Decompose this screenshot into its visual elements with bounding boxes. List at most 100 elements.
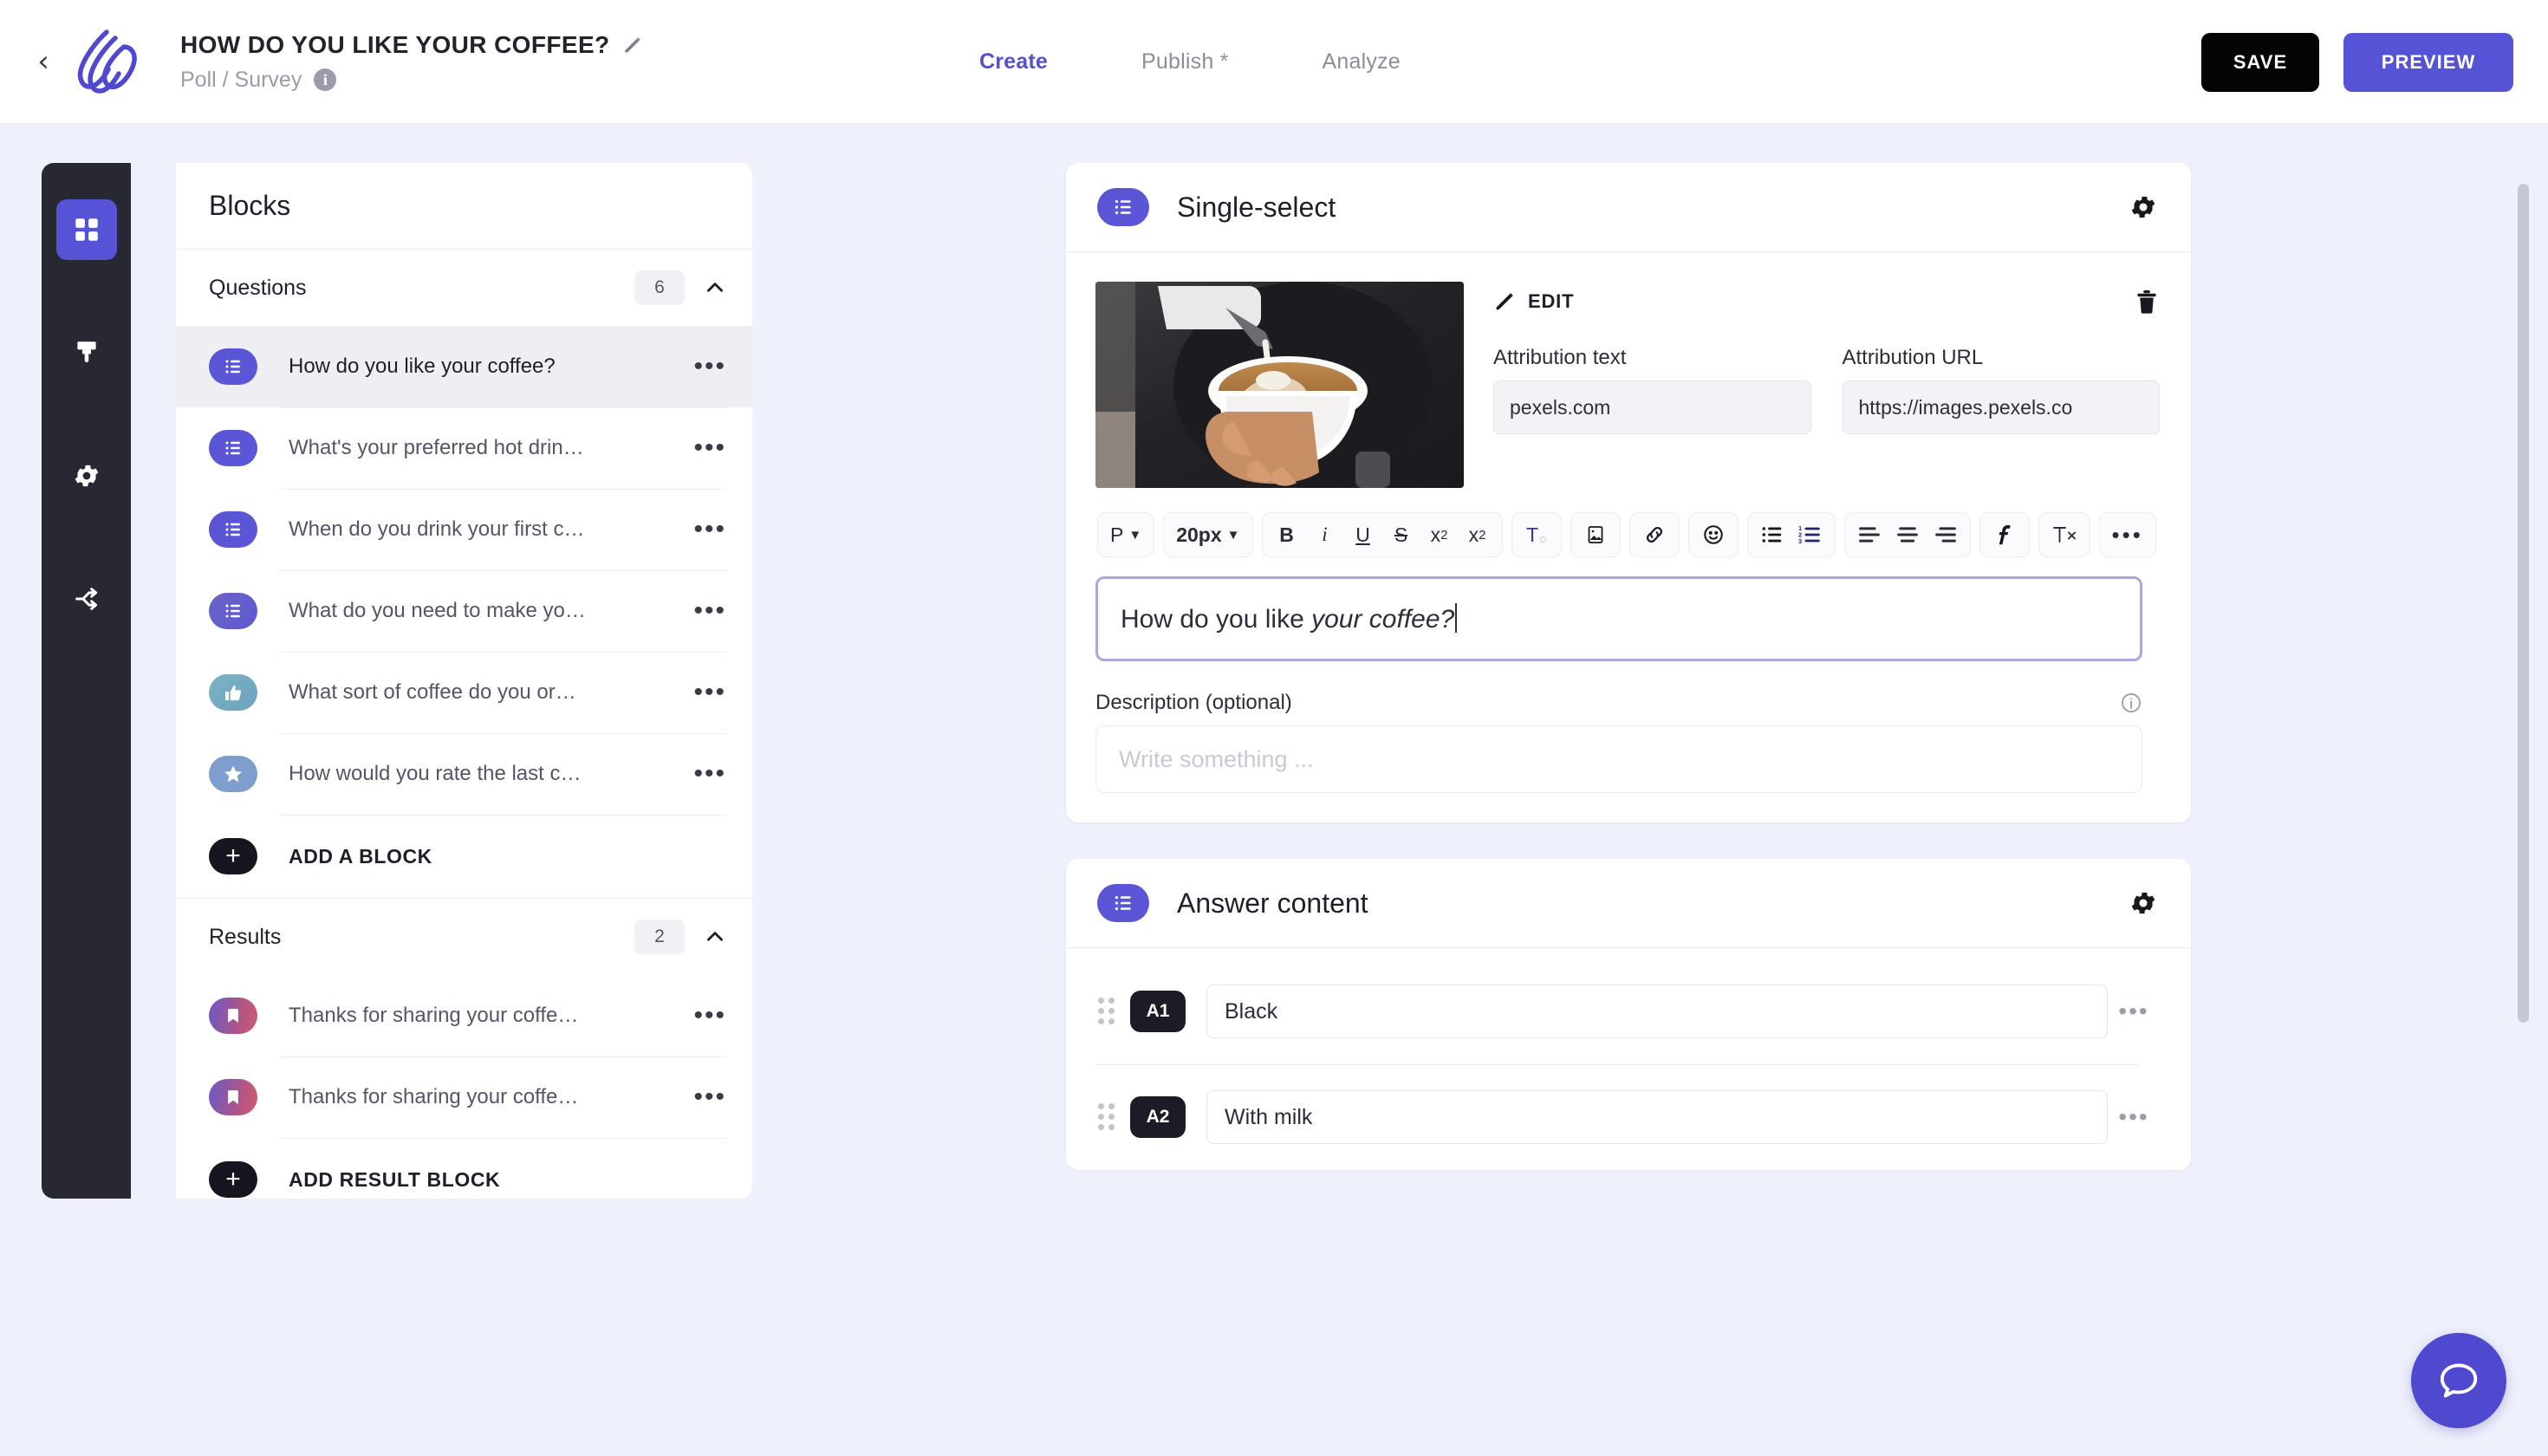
- description-label: Description (optional): [1095, 691, 1292, 714]
- chat-support-button[interactable]: [2411, 1333, 2506, 1428]
- insert-link-group: [1628, 512, 1680, 557]
- superscript-button[interactable]: x2: [1422, 516, 1457, 554]
- ellipsis-icon[interactable]: •••: [2108, 1104, 2160, 1128]
- edit-image-button[interactable]: EDIT: [1493, 290, 1574, 313]
- bullet-list-button[interactable]: [1755, 516, 1790, 554]
- add-a-block-button[interactable]: + ADD A BLOCK: [176, 815, 752, 898]
- question-text-editor[interactable]: How do you like your coffee?: [1095, 576, 2142, 661]
- italic-button[interactable]: i: [1308, 516, 1342, 554]
- subscript-button[interactable]: x2: [1460, 516, 1495, 554]
- sidebar-item-result-2[interactable]: Thanks for sharing your coffe… •••: [176, 1056, 752, 1138]
- trash-icon[interactable]: [2134, 287, 2160, 316]
- ellipsis-icon[interactable]: •••: [688, 761, 726, 787]
- question-text-plain: How do you like: [1121, 605, 1312, 634]
- sidebar-item-question-3[interactable]: When do you drink your first c… •••: [176, 489, 752, 570]
- more-options-button[interactable]: •••: [2107, 516, 2148, 554]
- back-chevron-icon[interactable]: ‹: [26, 44, 61, 79]
- questions-count-badge: 6: [634, 270, 685, 305]
- answer-rows: A1 ••• A2 •••: [1066, 948, 2191, 1170]
- gear-icon[interactable]: [2129, 888, 2158, 918]
- attribution-text-field: Attribution text: [1493, 346, 1811, 434]
- attribution-text-input[interactable]: [1493, 380, 1811, 434]
- answer-card-header: Answer content: [1066, 859, 2191, 948]
- sidebar-item-question-6[interactable]: How would you rate the last c… •••: [176, 733, 752, 815]
- answer-badge: A2: [1130, 1096, 1186, 1138]
- sidebar-item-label: What's your preferred hot drin…: [289, 436, 584, 459]
- tab-analyze[interactable]: Analyze: [1323, 49, 1401, 75]
- sidebar-item-question-1[interactable]: How do you like your coffee? •••: [176, 326, 752, 407]
- insert-link-button[interactable]: [1637, 516, 1672, 554]
- single-select-icon: [1097, 188, 1149, 226]
- question-card-body: EDIT Attribution text pexels.com Attribu…: [1066, 252, 2191, 822]
- description-input[interactable]: [1095, 725, 2142, 793]
- drag-handle-icon[interactable]: [1095, 1102, 1118, 1132]
- answer-row-a1: A1 •••: [1066, 959, 2191, 1064]
- svg-text:3: 3: [1798, 537, 1802, 544]
- question-card-header: Single-select: [1066, 163, 2191, 252]
- gear-icon[interactable]: [2129, 192, 2158, 222]
- emoji-button[interactable]: [1696, 516, 1731, 554]
- add-result-block-button[interactable]: + ADD RESULT BLOCK: [176, 1138, 752, 1199]
- top-bar-actions: SAVE PREVIEW: [2201, 0, 2513, 124]
- align-right-button[interactable]: [1928, 516, 1963, 554]
- results-section-header[interactable]: Results 2: [176, 899, 752, 975]
- insert-image-button[interactable]: [1578, 516, 1613, 554]
- answer-input[interactable]: [1206, 985, 2108, 1038]
- chevron-down-icon: ▼: [1226, 527, 1240, 543]
- attribution-fields: Attribution text Attribution URL: [1493, 346, 2160, 434]
- font-size-select[interactable]: 20px ▼: [1171, 516, 1245, 554]
- ellipsis-icon[interactable]: •••: [688, 354, 726, 380]
- rail-item-design[interactable]: [42, 305, 131, 400]
- sidebar-item-label: Thanks for sharing your coffe…: [289, 1004, 579, 1027]
- question-card: Single-select EDIT Attribution text pexe…: [1066, 163, 2191, 822]
- page-scrollbar-thumb[interactable]: [2518, 184, 2529, 1023]
- ellipsis-icon[interactable]: •••: [2108, 998, 2160, 1023]
- tab-publish[interactable]: Publish *: [1141, 49, 1228, 75]
- strikethrough-button[interactable]: S: [1384, 516, 1419, 554]
- tab-create[interactable]: Create: [979, 49, 1048, 75]
- single-select-icon: [209, 430, 257, 466]
- ellipsis-icon[interactable]: •••: [688, 679, 726, 705]
- rail-item-blocks[interactable]: [42, 182, 131, 277]
- edit-title-pencil-icon[interactable]: [622, 35, 643, 55]
- brand-logo-icon[interactable]: [66, 20, 149, 103]
- text-color-button[interactable]: T: [1519, 516, 1554, 554]
- ellipsis-icon[interactable]: •••: [688, 1084, 726, 1110]
- underline-button[interactable]: U: [1346, 516, 1381, 554]
- info-icon[interactable]: [2120, 692, 2142, 714]
- attribution-url-label: Attribution URL: [1842, 346, 1984, 369]
- align-group: [1843, 512, 1971, 557]
- save-button[interactable]: SAVE: [2201, 32, 2319, 92]
- numbered-list-button[interactable]: 1 2 3: [1793, 516, 1828, 554]
- sidebar-item-question-2[interactable]: What's your preferred hot drin… •••: [176, 407, 752, 489]
- answer-input[interactable]: [1206, 1090, 2108, 1144]
- attribution-url-input[interactable]: [1842, 380, 2160, 434]
- star-icon: [209, 756, 257, 792]
- question-image-thumbnail[interactable]: [1095, 282, 1464, 488]
- clear-format-group: [2038, 512, 2090, 557]
- add-result-block-label: ADD RESULT BLOCK: [289, 1167, 501, 1191]
- info-icon[interactable]: i: [314, 68, 337, 91]
- rich-text-toolbar: P ▼ 20px ▼ B i U S x2 x2 T 1 2 3 •••: [1097, 512, 2160, 557]
- chevron-up-icon[interactable]: [704, 926, 726, 948]
- ellipsis-icon[interactable]: •••: [688, 1003, 726, 1029]
- questions-section-header[interactable]: Questions 6: [176, 250, 752, 326]
- sidebar-item-question-5[interactable]: What sort of coffee do you or… •••: [176, 652, 752, 733]
- ellipsis-icon[interactable]: •••: [688, 517, 726, 543]
- ellipsis-icon[interactable]: •••: [688, 435, 726, 461]
- align-center-button[interactable]: [1890, 516, 1925, 554]
- drag-handle-icon[interactable]: [1095, 997, 1118, 1026]
- chevron-up-icon[interactable]: [704, 276, 726, 299]
- rail-item-logic[interactable]: [42, 551, 131, 647]
- preview-button[interactable]: PREVIEW: [2343, 32, 2513, 92]
- sidebar-item-result-1[interactable]: Thanks for sharing your coffe… •••: [176, 975, 752, 1056]
- merge-field-button[interactable]: [1987, 516, 2022, 554]
- clear-format-button[interactable]: [2046, 516, 2083, 554]
- align-left-button[interactable]: [1852, 516, 1887, 554]
- ellipsis-icon[interactable]: •••: [688, 598, 726, 624]
- sidebar-item-question-4[interactable]: What do you need to make yo… •••: [176, 570, 752, 652]
- rail-item-settings[interactable]: [42, 428, 131, 523]
- block-format-select[interactable]: P ▼: [1105, 516, 1147, 554]
- bold-button[interactable]: B: [1270, 516, 1304, 554]
- project-type-label: Poll / Survey: [180, 67, 302, 92]
